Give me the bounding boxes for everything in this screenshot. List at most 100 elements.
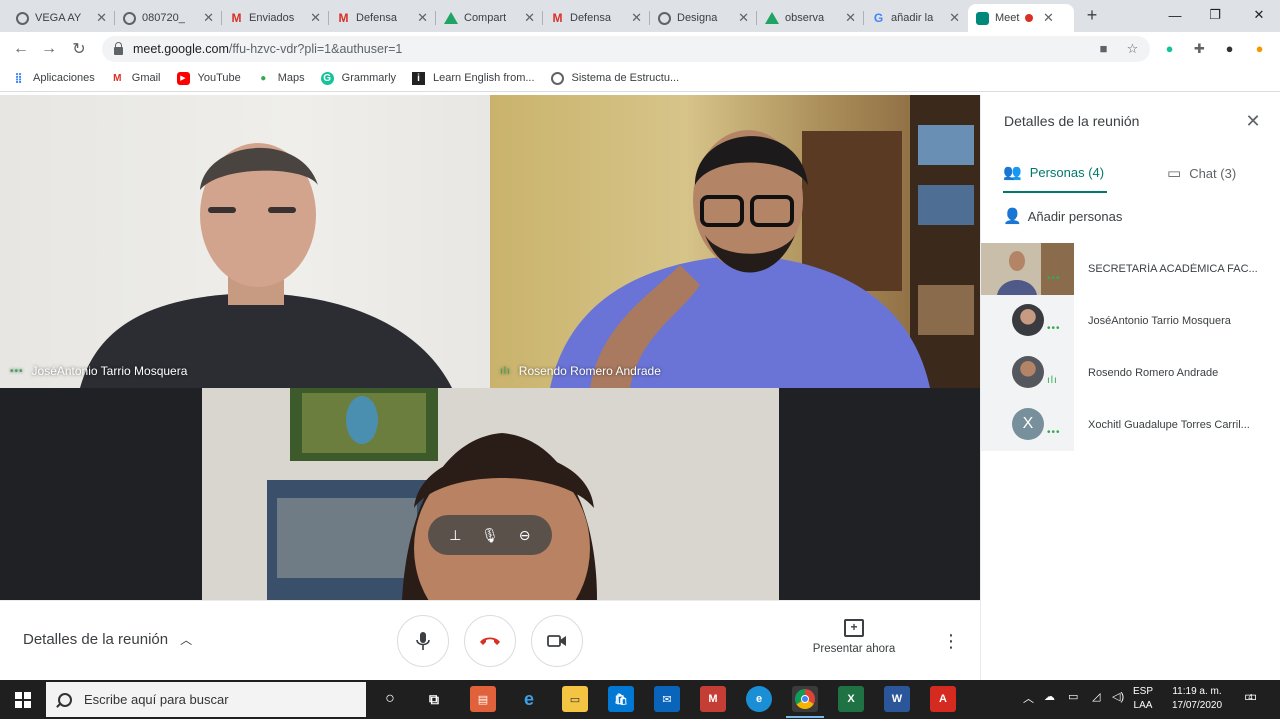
audio-level-icon: •••: [10, 365, 24, 377]
bookmark-learn-english[interactable]: i Learn English from...: [412, 71, 535, 85]
chrome-icon[interactable]: [786, 686, 824, 718]
grammarly-icon: G: [320, 71, 334, 85]
audio-level-icon: ılı: [500, 365, 511, 377]
address-bar[interactable]: meet.google.com/ffu-hzvc-vdr?pli=1&authu…: [102, 36, 1150, 62]
word-icon[interactable]: W: [884, 686, 910, 712]
windows-taskbar: Escribe aquí para buscar ○ ⧉ ▤ e ▭ 🛍 ✉ M…: [0, 680, 1280, 719]
participant-video-tile[interactable]: ılı Rosendo Romero Andrade: [490, 95, 980, 388]
close-tab-icon[interactable]: ✕: [1043, 10, 1054, 26]
participant-video-tile[interactable]: [202, 388, 779, 600]
browser-tab[interactable]: G añadir la ✕: [864, 4, 968, 32]
present-screen-icon: +: [844, 619, 864, 637]
cortana-icon[interactable]: ○: [377, 686, 403, 712]
forward-icon[interactable]: →: [38, 38, 60, 60]
participant-row[interactable]: ••• JoséAntonio Tarrio Mosquera: [981, 295, 1280, 347]
globe-icon: [658, 11, 671, 25]
close-tab-icon[interactable]: ✕: [96, 10, 107, 26]
taskbar-search-input[interactable]: Escribe aquí para buscar: [46, 682, 366, 717]
task-view-icon[interactable]: ⧉: [421, 686, 447, 712]
camera-button[interactable]: [531, 615, 583, 667]
close-tab-icon[interactable]: ✕: [949, 10, 960, 26]
acrobat-icon[interactable]: A: [930, 686, 956, 712]
microphone-button[interactable]: [397, 615, 449, 667]
browser-tab[interactable]: Compart ✕: [436, 4, 543, 32]
system-clock[interactable]: 11:19 a. m. 17/07/2020: [1162, 685, 1232, 713]
wifi-icon[interactable]: ◿: [1092, 690, 1100, 703]
close-icon[interactable]: ✕: [1243, 111, 1263, 131]
update-notice-icon[interactable]: ●: [1251, 40, 1268, 57]
reload-icon[interactable]: ↻: [68, 38, 90, 60]
leave-call-button[interactable]: [464, 615, 516, 667]
participant-name-label: ılı Rosendo Romero Andrade: [500, 364, 661, 378]
edge-legacy-icon[interactable]: e: [516, 686, 542, 712]
file-explorer-icon[interactable]: ▭: [562, 686, 588, 712]
store-icon[interactable]: 🛍: [608, 686, 634, 712]
tab-people[interactable]: 👥 Personas (4): [1003, 153, 1107, 193]
battery-icon[interactable]: ▭: [1068, 690, 1078, 703]
browser-tab[interactable]: VEGA AY ✕: [8, 4, 115, 32]
avatar: [1012, 304, 1044, 336]
extensions-puzzle-icon[interactable]: ✚: [1191, 40, 1208, 57]
browser-tab[interactable]: M Defensa ✕: [543, 4, 650, 32]
window-close-icon[interactable]: ✕: [1236, 3, 1280, 27]
cloud-icon[interactable]: ☁: [1044, 690, 1055, 703]
bookmark-sistema[interactable]: Sistema de Estructu...: [550, 71, 679, 85]
bookmark-apps[interactable]: ⣿ Aplicaciones: [12, 72, 95, 85]
close-tab-icon[interactable]: ✕: [310, 10, 321, 26]
notifications-icon[interactable]: ▭4: [1244, 688, 1262, 705]
participant-row[interactable]: ılı Rosendo Romero Andrade: [981, 347, 1280, 399]
volume-icon[interactable]: ◁): [1112, 690, 1124, 703]
bookmark-youtube[interactable]: ▶ YouTube: [176, 71, 241, 85]
app-icon[interactable]: ▤: [470, 686, 496, 712]
close-tab-icon[interactable]: ✕: [845, 10, 856, 26]
close-tab-icon[interactable]: ✕: [417, 10, 428, 26]
restore-icon[interactable]: ❐: [1192, 3, 1238, 27]
camera-indicator-icon[interactable]: ■: [1095, 40, 1112, 57]
close-tab-icon[interactable]: ✕: [738, 10, 749, 26]
browser-tab[interactable]: observa ✕: [757, 4, 864, 32]
microphone-icon: [416, 632, 430, 650]
excel-icon[interactable]: X: [838, 686, 864, 712]
meeting-details-panel: Detalles de la reunión ✕ 👥 Personas (4) …: [980, 95, 1280, 680]
globe-icon: [123, 11, 136, 25]
meeting-details-toggle[interactable]: Detalles de la reunión ︿: [23, 631, 192, 648]
back-icon[interactable]: ←: [10, 38, 32, 60]
browser-tab[interactable]: 080720_ ✕: [115, 4, 222, 32]
bookmark-star-icon[interactable]: ☆: [1124, 40, 1141, 57]
meet-icon: [976, 11, 989, 25]
close-tab-icon[interactable]: ✕: [631, 10, 642, 26]
profile-avatar-icon[interactable]: ●: [1221, 40, 1238, 57]
more-options-icon[interactable]: ⋮: [941, 629, 961, 653]
bookmark-maps[interactable]: ● Maps: [257, 72, 304, 85]
new-tab-icon[interactable]: +: [1082, 5, 1102, 25]
present-now-button[interactable]: + Presentar ahora: [800, 619, 908, 655]
grammarly-extension-icon[interactable]: ●: [1161, 40, 1178, 57]
participant-video-tile[interactable]: ••• JoséAntonio Tarrio Mosquera: [0, 95, 490, 388]
pin-icon[interactable]: ⊥: [443, 523, 467, 547]
edge-icon[interactable]: e: [746, 686, 772, 712]
gmail-app-icon[interactable]: M: [700, 686, 726, 712]
bookmark-gmail[interactable]: M Gmail: [111, 72, 160, 85]
bookmark-site-icon: i: [412, 71, 426, 85]
participant-row[interactable]: ••• SECRETARÍA ACADÉMICA FAC...: [981, 243, 1280, 295]
add-people-button[interactable]: 👤 Añadir personas: [1003, 207, 1122, 225]
meeting-control-bar: Detalles de la reunión ︿ + Presentar aho…: [0, 600, 980, 680]
remove-participant-icon[interactable]: ⊖: [513, 523, 537, 547]
mute-participant-icon[interactable]: 🎙: [478, 523, 502, 547]
tray-chevron-icon[interactable]: ︿: [1023, 690, 1034, 706]
browser-tab[interactable]: Designa ✕: [650, 4, 757, 32]
browser-tab-active[interactable]: Meet ✕: [968, 4, 1074, 32]
close-tab-icon[interactable]: ✕: [203, 10, 214, 26]
globe-icon: [16, 11, 29, 25]
input-language[interactable]: ESP LAA: [1133, 685, 1153, 713]
search-icon: [58, 692, 72, 707]
video-camera-icon: [547, 635, 566, 647]
close-tab-icon[interactable]: ✕: [524, 10, 535, 26]
tab-chat[interactable]: ▭ Chat (3): [1167, 153, 1236, 193]
mail-icon[interactable]: ✉: [654, 686, 680, 712]
windows-start-button[interactable]: [0, 680, 46, 719]
browser-tab[interactable]: M Defensa ✕: [329, 4, 436, 32]
browser-tab[interactable]: M Enviados ✕: [222, 4, 329, 32]
participant-row[interactable]: X ••• Xochitl Guadalupe Torres Carril...: [981, 399, 1280, 451]
bookmark-grammarly[interactable]: G Grammarly: [320, 71, 396, 85]
